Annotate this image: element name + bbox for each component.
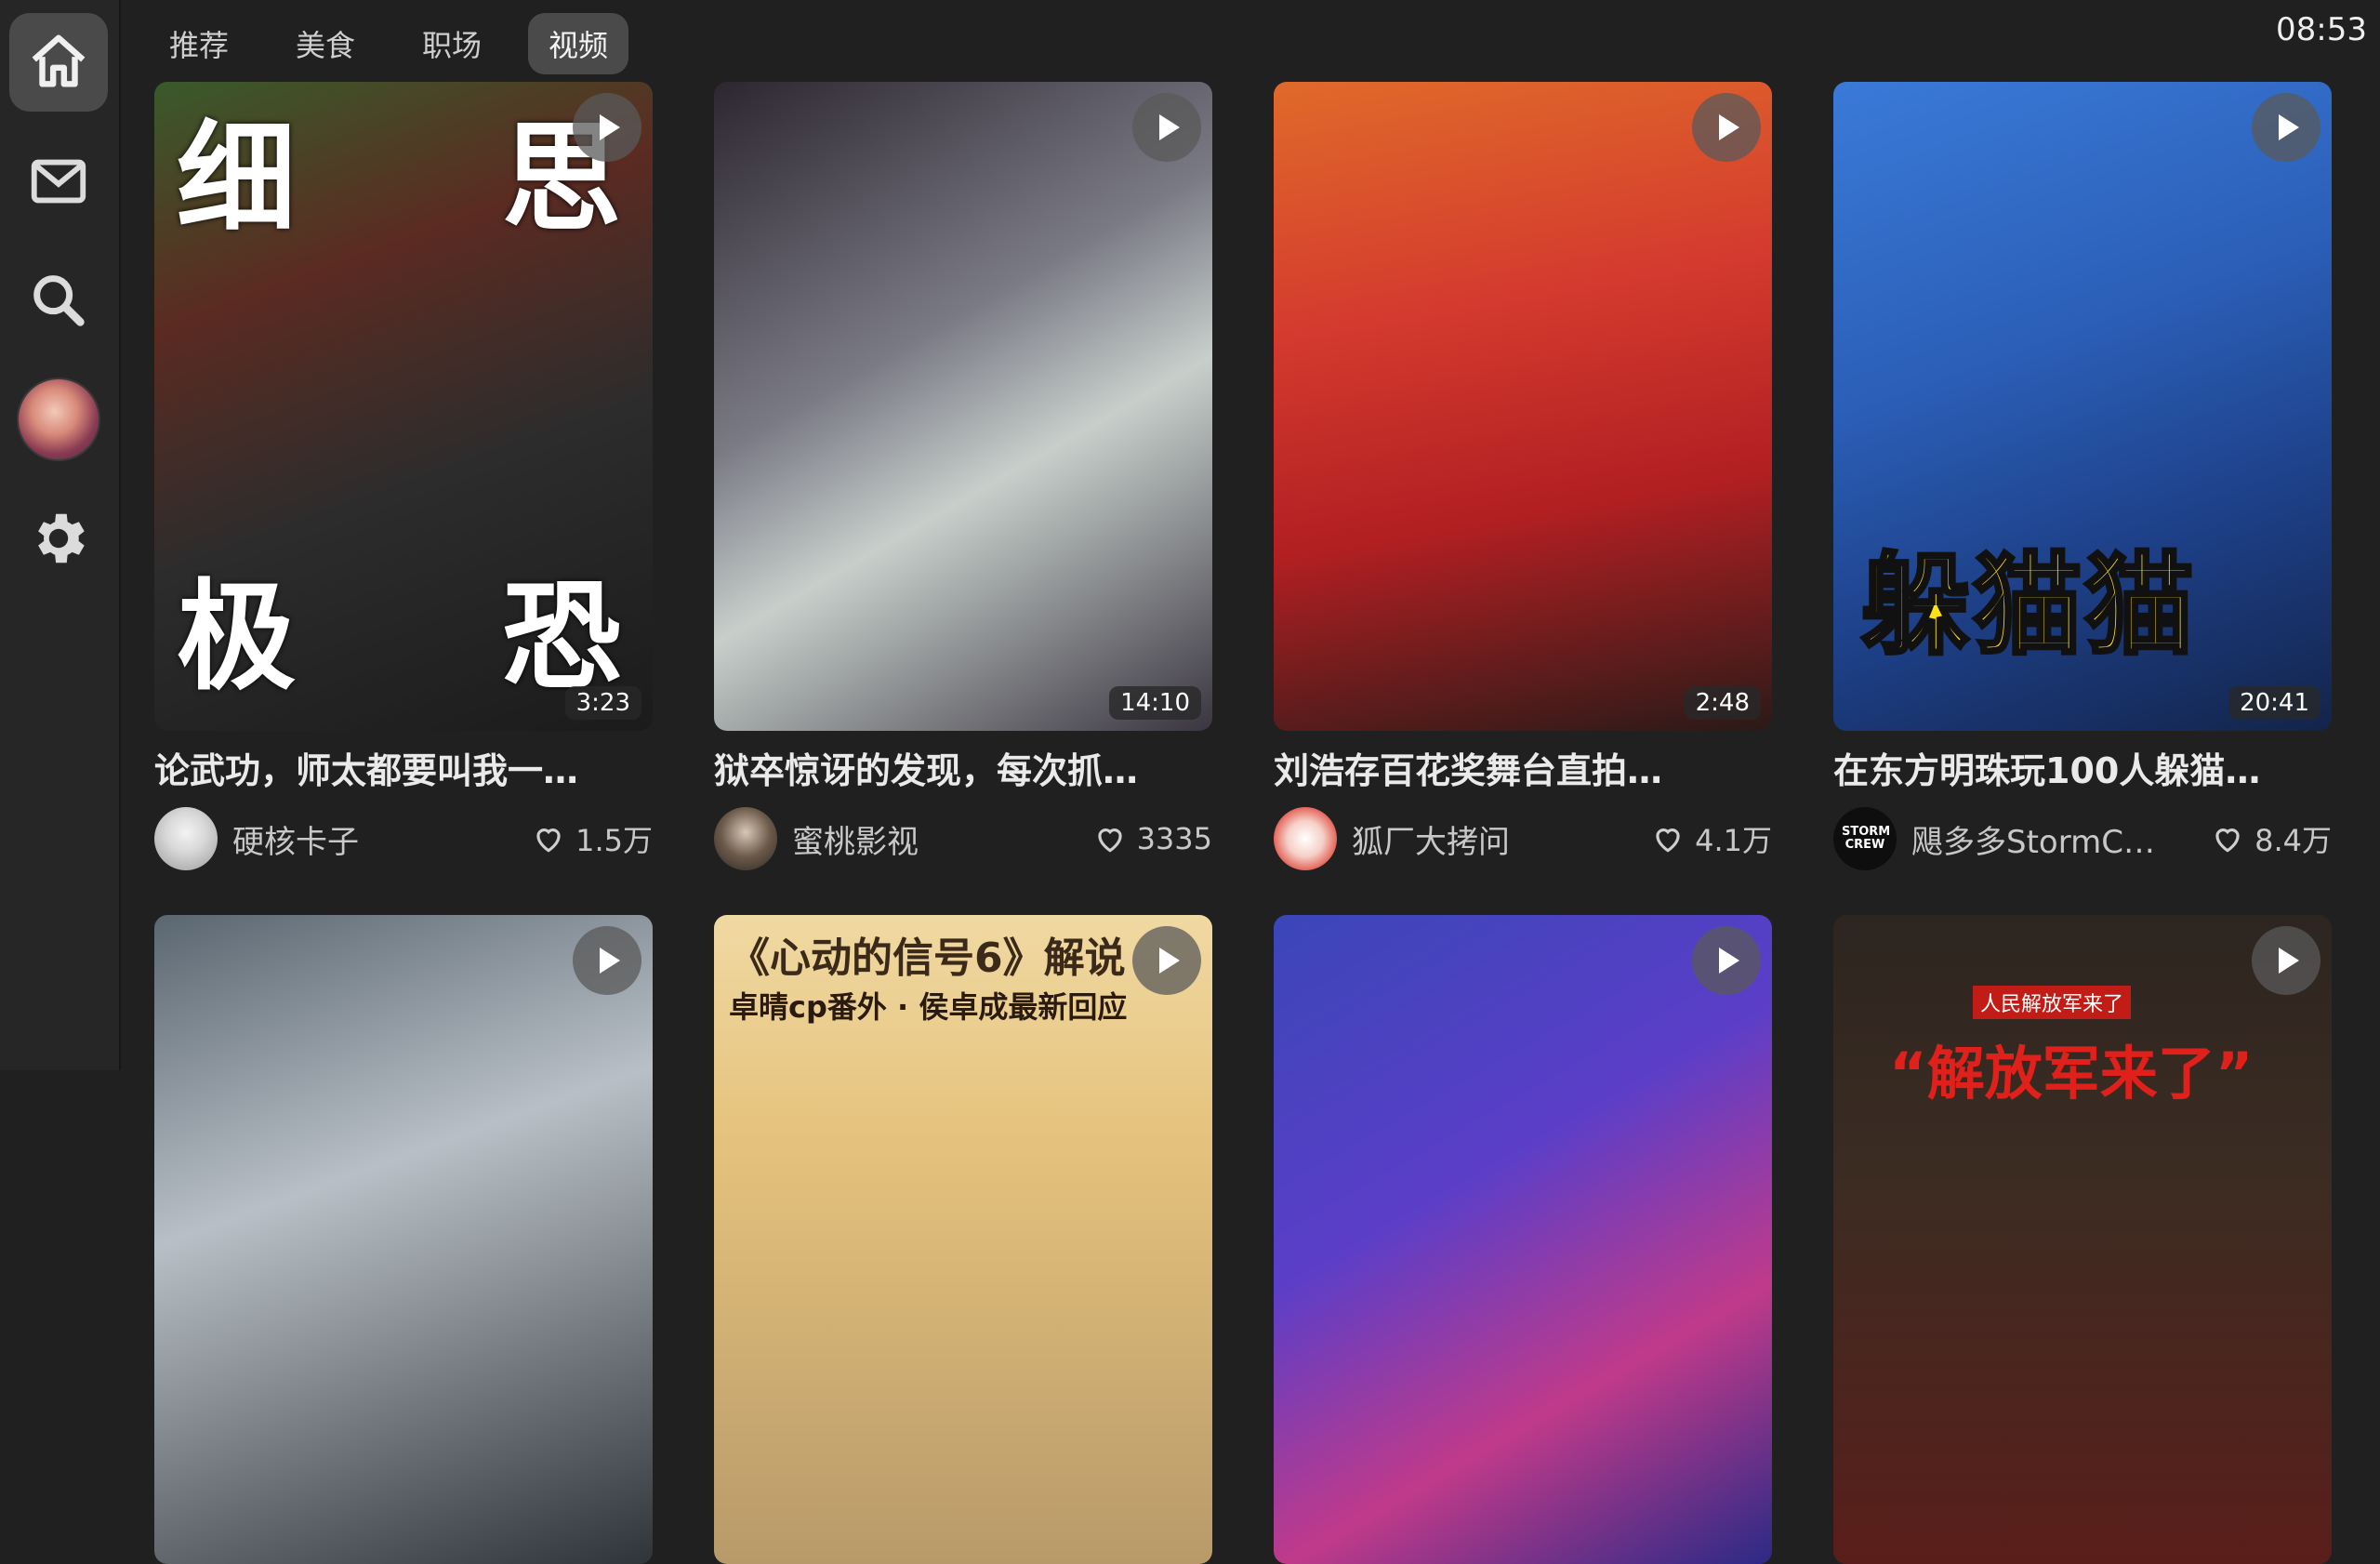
heart-icon	[536, 828, 561, 853]
category-tabs: 推荐 美食 职场 视频	[149, 13, 629, 74]
sidebar-item-mail[interactable]	[9, 132, 108, 231]
video-duration: 3:23	[564, 686, 641, 720]
video-thumbnail[interactable]	[1274, 915, 1772, 1564]
like-count-value: 4.1万	[1695, 823, 1772, 858]
play-icon[interactable]	[573, 93, 641, 162]
play-icon[interactable]	[573, 926, 641, 995]
sidebar-item-home[interactable]	[9, 13, 108, 112]
avatar	[17, 378, 100, 461]
author-avatar[interactable]: STORM CREW	[1833, 807, 1897, 870]
video-thumbnail[interactable]: 细 思 极 恐 3:23	[154, 82, 653, 731]
thumbnail-caption: 《心动的信号6》解说	[729, 934, 1126, 982]
like-count-value: 1.5万	[575, 823, 653, 858]
video-meta: 蜜桃影视 3335	[714, 807, 1212, 870]
tab-food[interactable]: 美食	[275, 13, 376, 74]
like-count[interactable]: 4.1万	[1650, 817, 1772, 860]
video-card[interactable]	[1274, 915, 1772, 1564]
thumbnail-sign: 人民解放军来了	[1973, 986, 2132, 1019]
video-thumbnail[interactable]: 2:48	[1274, 82, 1772, 731]
video-card[interactable]: 2:48 刘浩存百花奖舞台直拍… 狐厂大拷问 4.1万	[1274, 82, 1772, 870]
like-count[interactable]: 3335	[1092, 821, 1212, 856]
sidebar	[0, 0, 121, 1070]
author-name[interactable]: 狐厂大拷问	[1352, 816, 1641, 862]
video-title[interactable]: 在东方明珠玩100人躲猫…	[1833, 744, 2332, 798]
play-icon[interactable]	[2252, 926, 2320, 995]
sidebar-item-profile[interactable]	[9, 370, 108, 469]
heart-icon	[1656, 828, 1680, 853]
author-name[interactable]: 硬核卡子	[232, 816, 522, 862]
sidebar-item-search[interactable]	[9, 251, 108, 350]
video-card[interactable]: 14:10 狱卒惊讶的发现，每次抓… 蜜桃影视 3335	[714, 82, 1212, 870]
video-card[interactable]: 细 思 极 恐 3:23 论武功，师太都要叫我一… 硬核卡子 1.5万	[154, 82, 653, 870]
author-avatar[interactable]	[154, 807, 218, 870]
video-meta: 狐厂大拷问 4.1万	[1274, 807, 1772, 870]
thumbnail-caption-char: 细	[177, 109, 297, 248]
tab-recommend[interactable]: 推荐	[149, 13, 249, 74]
video-card[interactable]	[154, 915, 653, 1564]
video-duration: 2:48	[1684, 686, 1761, 720]
sidebar-item-settings[interactable]	[9, 489, 108, 588]
author-avatar-logo: STORM CREW	[1842, 825, 1891, 852]
video-thumbnail[interactable]: 人民解放军来了 “解放军来了”	[1833, 915, 2332, 1564]
video-thumbnail[interactable]: 《心动的信号6》解说 卓晴cp番外 · 侯卓成最新回应	[714, 915, 1212, 1564]
author-avatar[interactable]	[1274, 807, 1337, 870]
video-thumbnail[interactable]	[154, 915, 653, 1564]
author-name[interactable]: 蜜桃影视	[792, 816, 1083, 862]
gear-icon	[38, 513, 85, 563]
thumbnail-caption: “解放军来了”	[1889, 1040, 2254, 1107]
video-card[interactable]: 《心动的信号6》解说 卓晴cp番外 · 侯卓成最新回应	[714, 915, 1212, 1564]
heart-icon	[2215, 828, 2240, 853]
video-duration: 20:41	[2228, 686, 2320, 720]
video-title[interactable]: 狱卒惊讶的发现，每次抓…	[714, 744, 1212, 798]
video-title[interactable]: 论武功，师太都要叫我一…	[154, 744, 653, 798]
video-title[interactable]: 刘浩存百花奖舞台直拍…	[1274, 744, 1772, 798]
tab-career[interactable]: 职场	[402, 13, 502, 74]
search-icon	[33, 275, 85, 326]
thumbnail-caption: 躲猫猫	[1859, 539, 2197, 671]
mail-icon	[31, 159, 86, 204]
heart-icon	[1097, 828, 1122, 853]
play-icon[interactable]	[2252, 93, 2320, 162]
thumbnail-caption-char: 极	[177, 567, 297, 707]
like-count-value: 8.4万	[2254, 823, 2332, 858]
play-icon[interactable]	[1132, 926, 1201, 995]
video-meta: 硬核卡子 1.5万	[154, 807, 653, 870]
video-meta: STORM CREW 飓多多StormC… 8.4万	[1833, 807, 2332, 870]
like-count[interactable]: 1.5万	[531, 817, 653, 860]
tab-video[interactable]: 视频	[528, 13, 629, 74]
author-avatar[interactable]	[714, 807, 777, 870]
video-card[interactable]: 人民解放军来了 “解放军来了”	[1833, 915, 2332, 1564]
thumbnail-subcaption: 卓晴cp番外 · 侯卓成最新回应	[729, 989, 1128, 1025]
like-count-value: 3335	[1136, 821, 1212, 856]
play-icon[interactable]	[1692, 926, 1761, 995]
status-clock: 08:53	[2276, 11, 2367, 48]
play-icon[interactable]	[1692, 93, 1761, 162]
video-thumbnail[interactable]: 14:10	[714, 82, 1212, 731]
video-thumbnail[interactable]: 躲猫猫 20:41	[1833, 82, 2332, 731]
play-icon[interactable]	[1132, 93, 1201, 162]
video-card[interactable]: 躲猫猫 20:41 在东方明珠玩100人躲猫… STORM CREW 飓多多St…	[1833, 82, 2332, 870]
home-icon	[32, 34, 86, 87]
video-duration: 14:10	[1109, 686, 1201, 720]
like-count[interactable]: 8.4万	[2210, 817, 2332, 860]
author-name[interactable]: 飓多多StormC…	[1911, 816, 2201, 862]
